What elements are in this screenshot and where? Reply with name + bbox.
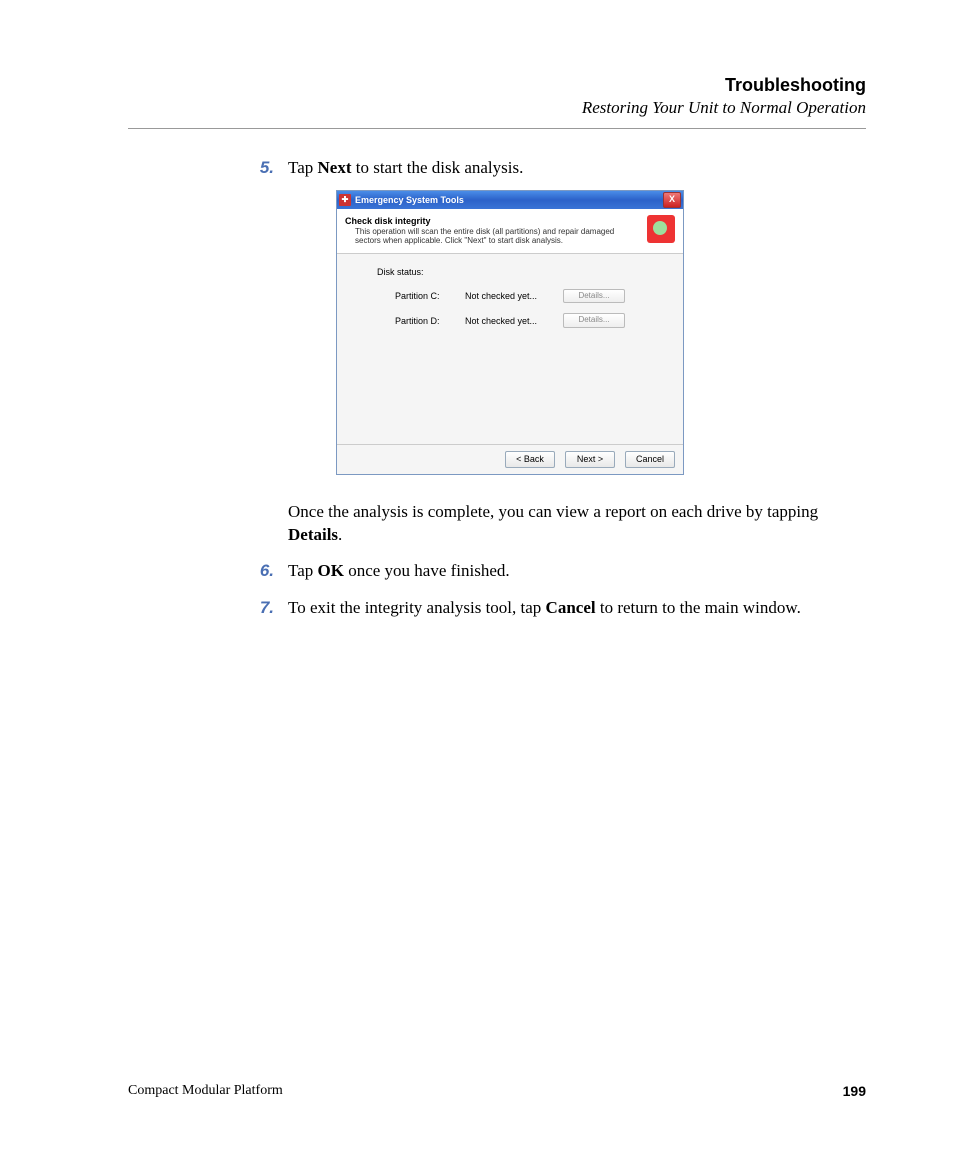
partition-name: Partition C: — [395, 290, 447, 302]
titlebar: ✚ Emergency System Tools X — [337, 191, 683, 209]
step-number: 7. — [240, 597, 288, 620]
banner-title: Check disk integrity — [345, 215, 641, 227]
wizard-banner: Check disk integrity This operation will… — [337, 209, 683, 255]
window-title: Emergency System Tools — [355, 194, 663, 206]
text: Tap — [288, 158, 318, 177]
disk-icon — [647, 215, 675, 243]
page-footer: Compact Modular Platform 199 — [128, 1083, 866, 1099]
cancel-button[interactable]: Cancel — [625, 451, 675, 467]
text: Tap — [288, 561, 318, 580]
text: to start the disk analysis. — [351, 158, 523, 177]
partition-row: Partition C: Not checked yet... Details.… — [377, 289, 671, 304]
step-7: 7. To exit the integrity analysis tool, … — [240, 597, 866, 620]
text: . — [338, 525, 342, 544]
footer-product: Compact Modular Platform — [128, 1083, 283, 1099]
dialog-body: Disk status: Partition C: Not checked ye… — [337, 254, 683, 444]
step-number: 6. — [240, 560, 288, 583]
text: to return to the main window. — [596, 598, 801, 617]
dialog-footer: < Back Next > Cancel — [337, 444, 683, 473]
step-6: 6. Tap OK once you have finished. — [240, 560, 866, 583]
app-icon: ✚ — [339, 194, 351, 206]
next-button[interactable]: Next > — [565, 451, 615, 467]
section-title: Restoring Your Unit to Normal Operation — [128, 98, 866, 118]
partition-row: Partition D: Not checked yet... Details.… — [377, 313, 671, 328]
step-5: 5. Tap Next to start the disk analysis. … — [240, 157, 866, 487]
step-text: To exit the integrity analysis tool, tap… — [288, 597, 866, 620]
disk-status-label: Disk status: — [377, 266, 671, 278]
text: To exit the integrity analysis tool, tap — [288, 598, 546, 617]
text: Once the analysis is complete, you can v… — [288, 502, 818, 521]
bold: Next — [318, 158, 352, 177]
partition-status: Not checked yet... — [465, 315, 545, 327]
page-number: 199 — [843, 1083, 866, 1099]
details-button[interactable]: Details... — [563, 313, 625, 328]
step-number: 5. — [240, 157, 288, 180]
partition-name: Partition D: — [395, 315, 447, 327]
followup-text: Once the analysis is complete, you can v… — [288, 501, 866, 547]
text: once you have finished. — [344, 561, 510, 580]
bold: Cancel — [546, 598, 596, 617]
bold: Details — [288, 525, 338, 544]
partition-status: Not checked yet... — [465, 290, 545, 302]
close-button[interactable]: X — [663, 192, 681, 208]
back-button[interactable]: < Back — [505, 451, 555, 467]
step-text: Tap Next to start the disk analysis. ✚ E… — [288, 157, 866, 487]
bold: OK — [318, 561, 344, 580]
step-text: Tap OK once you have finished. — [288, 560, 866, 583]
header-rule — [128, 128, 866, 129]
chapter-title: Troubleshooting — [128, 75, 866, 96]
dialog-window: ✚ Emergency System Tools X Check disk in… — [336, 190, 684, 475]
banner-description: This operation will scan the entire disk… — [345, 227, 641, 245]
details-button[interactable]: Details... — [563, 289, 625, 304]
